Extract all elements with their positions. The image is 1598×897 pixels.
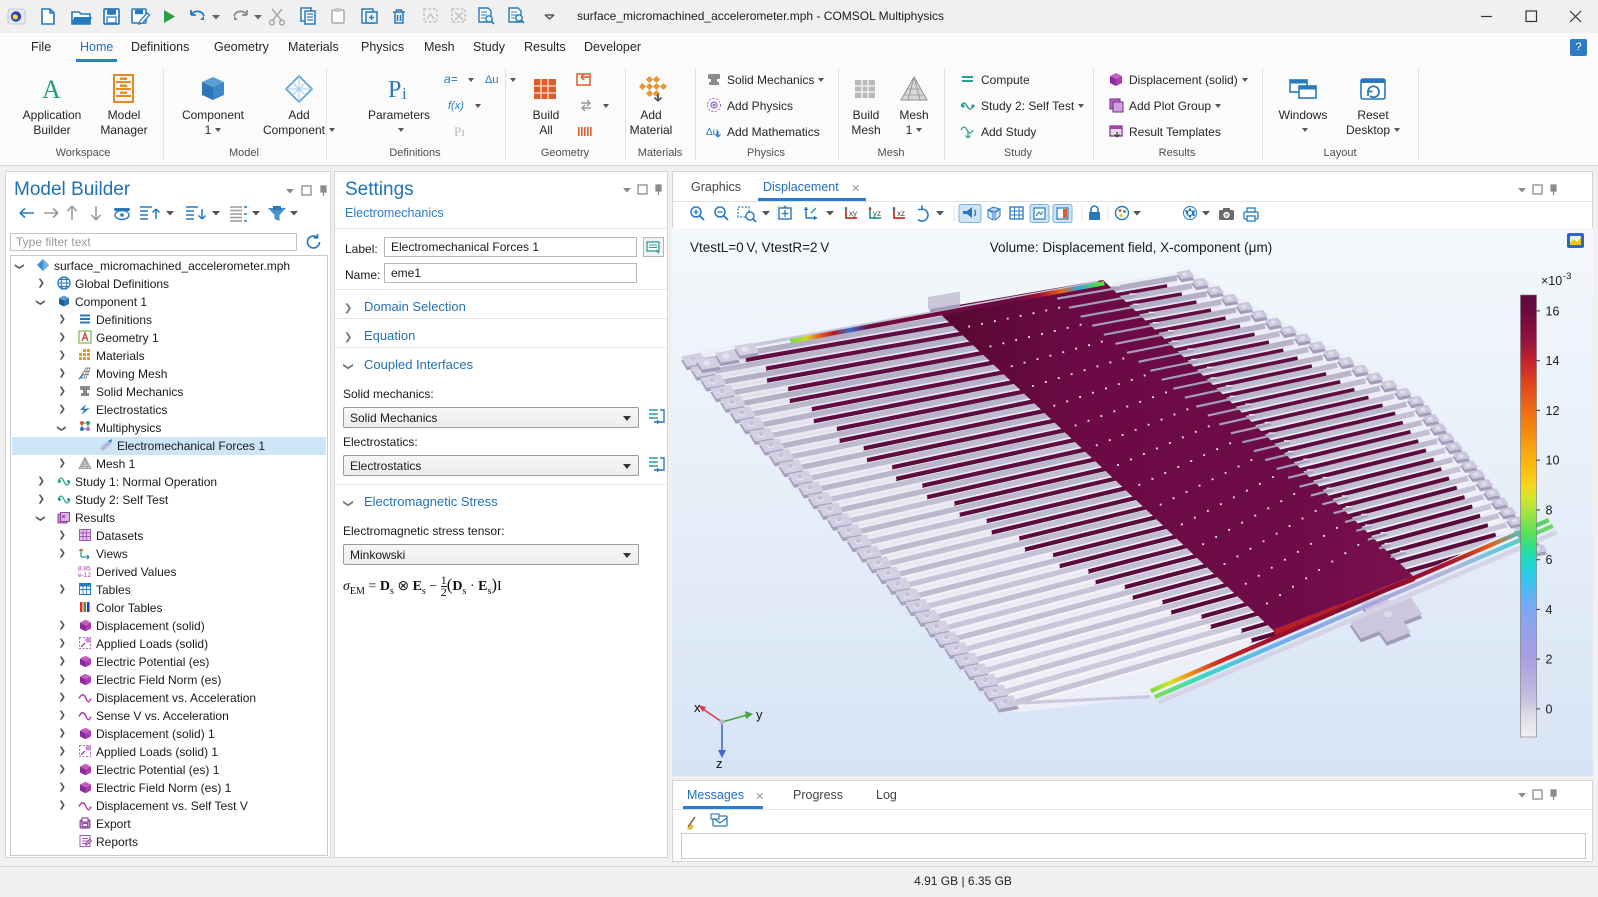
svg-text:-3: -3 xyxy=(1563,271,1571,282)
svg-text:f(x): f(x) xyxy=(448,100,464,112)
svg-text:0: 0 xyxy=(1546,702,1553,716)
svg-text:×10: ×10 xyxy=(1541,274,1562,288)
svg-text:a=: a= xyxy=(444,72,458,86)
svg-text:8: 8 xyxy=(1546,503,1553,517)
svg-text:2: 2 xyxy=(1546,653,1553,667)
svg-text:VtestL=0 V, VtestR=2 V: VtestL=0 V, VtestR=2 V xyxy=(690,240,829,255)
svg-text:6: 6 xyxy=(1546,553,1553,567)
svg-text:x: x xyxy=(694,700,701,715)
svg-text:4: 4 xyxy=(1546,603,1553,617)
svg-text:y: y xyxy=(756,707,763,722)
svg-text:P: P xyxy=(388,77,401,103)
svg-text:e-12: e-12 xyxy=(78,572,91,578)
svg-text:A: A xyxy=(42,75,61,104)
svg-text:14: 14 xyxy=(1546,354,1560,368)
svg-text:i: i xyxy=(402,84,407,103)
svg-text:16: 16 xyxy=(1546,304,1560,318)
svg-text:Δu: Δu xyxy=(706,127,718,138)
svg-text:Pı: Pı xyxy=(454,124,465,139)
svg-text:Volume: Displacement field, X-: Volume: Displacement field, X-component … xyxy=(990,240,1272,255)
svg-text:10: 10 xyxy=(1546,454,1560,468)
svg-text:Δu: Δu xyxy=(485,74,498,86)
svg-text:z: z xyxy=(716,756,723,771)
svg-text:12: 12 xyxy=(1546,404,1560,418)
